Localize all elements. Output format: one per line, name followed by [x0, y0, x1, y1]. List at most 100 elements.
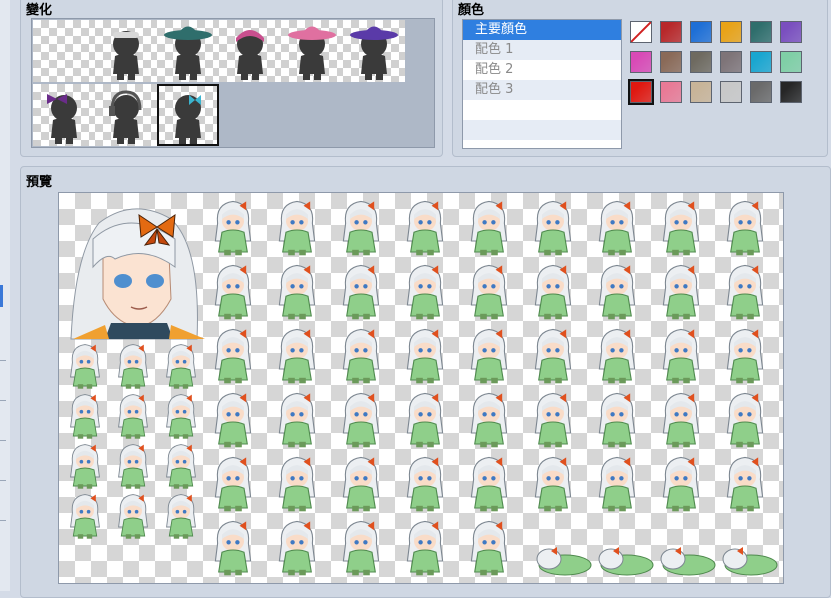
- character-sprite: [278, 392, 316, 448]
- edge-tick: [0, 440, 6, 441]
- character-sprite: [214, 200, 252, 256]
- character-sprite: [470, 200, 508, 256]
- character-sprite: [214, 456, 252, 512]
- character-sprite: [342, 520, 380, 576]
- variation-option-pink-ribbon[interactable]: [219, 20, 281, 82]
- character-sprite: [598, 328, 636, 384]
- color-swatch[interactable]: [630, 51, 652, 73]
- swatch-none[interactable]: [630, 21, 652, 43]
- color-slot-list[interactable]: 主要顏色 配色 1 配色 2 配色 3: [462, 19, 622, 149]
- character-sprite: [70, 494, 100, 539]
- color-title: 顏色: [458, 3, 485, 18]
- witch-hat-green-icon: [164, 26, 212, 80]
- character-sprite: [662, 264, 700, 320]
- character-sprite: [534, 264, 572, 320]
- color-slot-2[interactable]: 配色 2: [463, 60, 621, 80]
- selection-accent: [0, 285, 3, 307]
- character-sprite: [166, 344, 196, 389]
- character-sprite: [598, 200, 636, 256]
- character-sprite: [726, 392, 764, 448]
- character-sprite: [534, 456, 572, 512]
- character-sprite: [118, 344, 148, 389]
- character-sprite: [662, 392, 700, 448]
- character-sprite-sheet: [70, 200, 778, 576]
- edge-tick: [0, 400, 6, 401]
- variation-title: 變化: [26, 3, 53, 18]
- character-sprite: [406, 264, 444, 320]
- character-sprite: [342, 328, 380, 384]
- character-sprite: [118, 444, 148, 489]
- color-swatch[interactable]: [628, 79, 654, 105]
- color-swatch[interactable]: [750, 81, 772, 103]
- character-sprite: [214, 264, 252, 320]
- character-sprite-lying: [722, 547, 778, 576]
- color-swatch[interactable]: [750, 51, 772, 73]
- character-sprite: [70, 344, 100, 389]
- character-sprite: [726, 264, 764, 320]
- character-sprite: [470, 328, 508, 384]
- color-slot-1[interactable]: 配色 1: [463, 40, 621, 60]
- color-swatch[interactable]: [690, 51, 712, 73]
- character-sprite: [278, 456, 316, 512]
- face-portrait: [70, 208, 205, 340]
- character-sprite-lying: [536, 547, 592, 576]
- pink-ribbon-icon: [236, 30, 264, 80]
- left-edge-strip: [0, 0, 10, 591]
- color-slot-empty: [463, 100, 621, 120]
- witch-hat-purple-icon: [350, 26, 398, 80]
- character-sprite-lying: [660, 547, 716, 576]
- character-sprite: [470, 264, 508, 320]
- character-sprite: [342, 264, 380, 320]
- color-swatch[interactable]: [660, 21, 682, 43]
- color-swatch[interactable]: [780, 51, 802, 73]
- character-sprite: [534, 328, 572, 384]
- character-sprite: [726, 328, 764, 384]
- variation-option-bow[interactable]: [33, 84, 95, 146]
- headset-icon: [109, 90, 142, 144]
- variation-option-butterfly-clip[interactable]: [157, 84, 219, 146]
- character-sprite: [70, 394, 100, 439]
- color-swatch[interactable]: [660, 81, 682, 103]
- character-sprite: [278, 328, 316, 384]
- variation-option-witch-hat-purple[interactable]: [343, 20, 405, 82]
- character-sprite: [406, 520, 444, 576]
- character-sprite: [70, 444, 100, 489]
- variation-option-headset[interactable]: [95, 84, 157, 146]
- variation-option-witch-hat-green[interactable]: [157, 20, 219, 82]
- color-swatch[interactable]: [780, 21, 802, 43]
- character-sprite: [166, 444, 196, 489]
- color-swatch[interactable]: [690, 81, 712, 103]
- character-sprite: [598, 264, 636, 320]
- color-slot-main[interactable]: 主要顏色: [463, 20, 621, 40]
- color-slot-3[interactable]: 配色 3: [463, 80, 621, 100]
- color-swatch[interactable]: [780, 81, 802, 103]
- color-swatch[interactable]: [690, 21, 712, 43]
- character-sprite: [214, 392, 252, 448]
- butterfly-clip-icon: [175, 95, 201, 144]
- character-sprite: [166, 494, 196, 539]
- variation-grid: [31, 18, 435, 148]
- variation-option-none[interactable]: [33, 20, 95, 82]
- character-sprite: [406, 328, 444, 384]
- character-sprite: [470, 520, 508, 576]
- variation-option-flower-hat[interactable]: [281, 20, 343, 82]
- character-sprite: [726, 456, 764, 512]
- character-sprite: [662, 328, 700, 384]
- color-swatch[interactable]: [720, 51, 742, 73]
- character-sprite-lying: [598, 547, 654, 576]
- character-sprite: [342, 456, 380, 512]
- color-swatch[interactable]: [750, 21, 772, 43]
- variation-option-goggles[interactable]: [95, 20, 157, 82]
- color-swatch[interactable]: [660, 51, 682, 73]
- character-sprite: [406, 392, 444, 448]
- goggles-icon: [113, 31, 139, 80]
- character-sprite: [534, 200, 572, 256]
- preview-area: [58, 192, 784, 584]
- color-slot-empty: [463, 120, 621, 140]
- color-swatch[interactable]: [720, 21, 742, 43]
- character-sprite: [214, 520, 252, 576]
- bow-icon: [47, 94, 77, 144]
- no-color-icon: [630, 21, 652, 43]
- character-sprite: [662, 200, 700, 256]
- color-swatch[interactable]: [720, 81, 742, 103]
